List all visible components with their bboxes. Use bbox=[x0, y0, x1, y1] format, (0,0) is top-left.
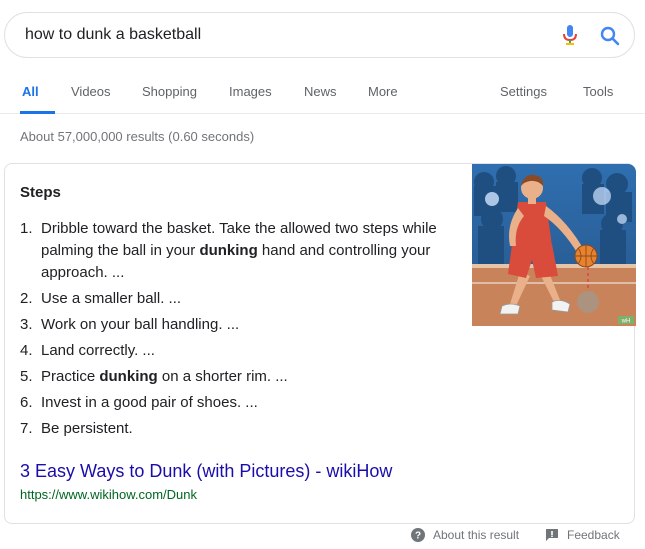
step-item: 2. Use a smaller ball. ... bbox=[20, 288, 445, 310]
step-text: Invest in a good pair of shoes. ... bbox=[41, 394, 258, 411]
step-number: 4. bbox=[20, 342, 33, 359]
tab-news[interactable]: News bbox=[304, 84, 337, 99]
step-text: Be persistent. bbox=[41, 420, 133, 437]
step-text: Use a smaller ball. ... bbox=[41, 290, 182, 307]
feedback-label: Feedback bbox=[567, 528, 620, 542]
step-number: 6. bbox=[20, 394, 33, 411]
wikihow-badge: wH bbox=[621, 319, 631, 325]
result-url: https://www.wikihow.com/Dunk bbox=[20, 487, 198, 502]
search-box[interactable]: how to dunk a basketball bbox=[4, 12, 635, 58]
active-tab-indicator bbox=[20, 111, 55, 114]
tab-shopping[interactable]: Shopping bbox=[142, 84, 197, 99]
step-item: 3. Work on your ball handling. ... bbox=[20, 314, 445, 336]
step-item: 5. Practice dunking on a shorter rim. ..… bbox=[20, 366, 445, 388]
about-this-result-label: About this result bbox=[433, 528, 520, 542]
search-tabs: All Videos Shopping Images News More Set… bbox=[0, 58, 645, 114]
step-text: Dribble toward the basket. Take the allo… bbox=[41, 220, 437, 281]
tab-all[interactable]: All bbox=[22, 84, 39, 99]
step-item: 7. Be persistent. bbox=[20, 418, 445, 440]
step-text: Work on your ball handling. ... bbox=[41, 316, 240, 333]
result-title-link[interactable]: 3 Easy Ways to Dunk (with Pictures) - wi… bbox=[20, 461, 392, 482]
tab-images[interactable]: Images bbox=[229, 84, 272, 99]
step-number: 7. bbox=[20, 420, 33, 437]
search-input[interactable]: how to dunk a basketball bbox=[25, 26, 201, 44]
result-stats: About 57,000,000 results (0.60 seconds) bbox=[20, 129, 255, 144]
step-item: 4. Land correctly. ... bbox=[20, 340, 445, 362]
feedback-link[interactable]: Feedback bbox=[545, 528, 620, 542]
step-list: 1. Dribble toward the basket. Take the a… bbox=[20, 218, 445, 444]
search-icon[interactable] bbox=[598, 24, 622, 48]
microphone-icon[interactable] bbox=[558, 23, 582, 47]
step-item: 6. Invest in a good pair of shoes. ... bbox=[20, 392, 445, 414]
question-icon: ? bbox=[411, 528, 425, 542]
tab-tools[interactable]: Tools bbox=[583, 84, 613, 99]
step-text: Practice dunking on a shorter rim. ... bbox=[41, 368, 288, 385]
step-number: 3. bbox=[20, 316, 33, 333]
snippet-image[interactable]: wH bbox=[472, 164, 636, 326]
tab-more[interactable]: More bbox=[368, 84, 398, 99]
snippet-heading: Steps bbox=[20, 184, 61, 201]
featured-snippet: Steps 1. Dribble toward the basket. Take… bbox=[4, 163, 636, 524]
tab-videos[interactable]: Videos bbox=[71, 84, 111, 99]
step-text: Land correctly. ... bbox=[41, 342, 155, 359]
step-number: 5. bbox=[20, 368, 33, 385]
step-number: 2. bbox=[20, 290, 33, 307]
tab-settings[interactable]: Settings bbox=[500, 84, 547, 99]
about-this-result[interactable]: ? About this result bbox=[411, 528, 519, 542]
svg-text:?: ? bbox=[415, 531, 421, 542]
step-item: 1. Dribble toward the basket. Take the a… bbox=[20, 218, 445, 284]
feedback-icon bbox=[546, 529, 558, 541]
step-number: 1. bbox=[20, 220, 33, 237]
